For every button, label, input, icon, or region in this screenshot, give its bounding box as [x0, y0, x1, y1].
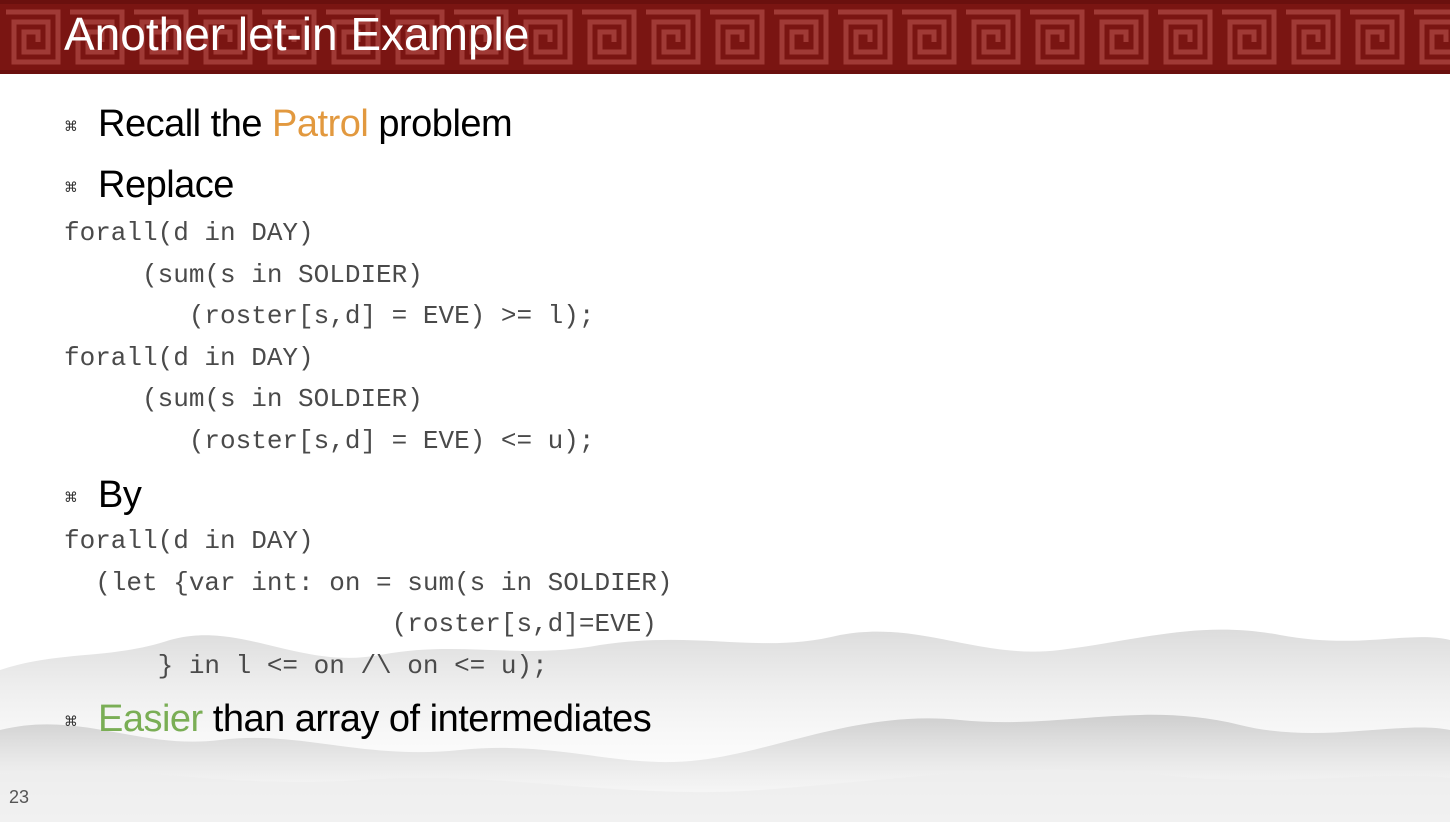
- bullet-replace: ⌘ Replace: [64, 160, 234, 210]
- bullet-text: Replace: [98, 164, 234, 206]
- slide-number: 23: [9, 787, 30, 807]
- code-line: forall(d in DAY): [64, 526, 314, 556]
- code-line: } in l <= on /\ on <= u);: [64, 650, 548, 681]
- code-line: (sum(s in SOLDIER): [64, 384, 423, 414]
- bullet-square-knot-icon: ⌘: [64, 714, 78, 730]
- bullet-text: By: [98, 474, 142, 516]
- bullet-by: ⌘ By: [64, 470, 142, 520]
- code-block-replace: forall(d in DAY) (sum(s in SOLDIER) (ros…: [64, 213, 595, 462]
- code-line: (roster[s,d]=EVE): [64, 609, 657, 639]
- bullet-square-knot-icon: ⌘: [64, 490, 78, 506]
- bullet-text-part: than array of intermediates: [202, 698, 652, 740]
- title-bar: Another let-in Example: [0, 0, 1450, 74]
- patrol-highlight: Patrol: [272, 103, 369, 145]
- code-line: (roster[s,d] = EVE) <= u);: [64, 425, 595, 456]
- slide-title: Another let-in Example: [64, 8, 530, 60]
- bullet-easier: ⌘ Easier than array of intermediates: [64, 694, 652, 744]
- code-block-by: forall(d in DAY) (let {var int: on = sum…: [64, 521, 673, 687]
- code-line: forall(d in DAY): [64, 342, 314, 373]
- bullet-square-knot-icon: ⌘: [64, 180, 78, 196]
- bullet-square-knot-icon: ⌘: [64, 119, 78, 135]
- code-line: forall(d in DAY): [64, 218, 314, 248]
- easier-highlight: Easier: [98, 698, 203, 740]
- code-line: (let {var int: on = sum(s in SOLDIER): [64, 567, 673, 598]
- bullet-text-part: problem: [368, 103, 513, 145]
- bullet-recall-patrol: ⌘ Recall the Patrol problem: [64, 99, 513, 149]
- bullet-text-part: Recall the: [98, 103, 273, 145]
- code-line: (sum(s in SOLDIER): [64, 259, 423, 290]
- code-line: (roster[s,d] = EVE) >= l);: [64, 301, 595, 331]
